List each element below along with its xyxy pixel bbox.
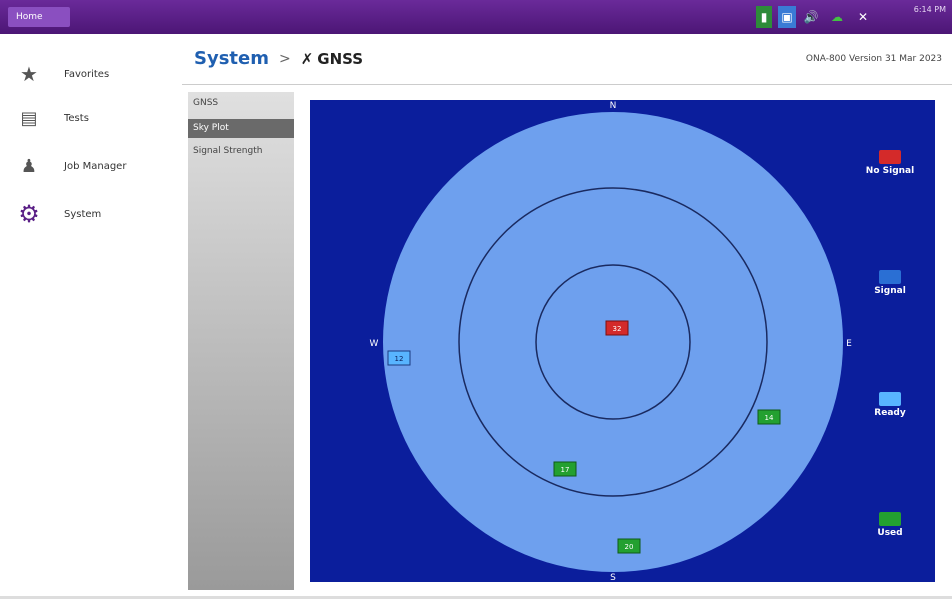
satellite-icon: ✗ [300, 49, 314, 68]
legend-no-signal: No Signal [850, 150, 930, 176]
satellite-label: 32 [613, 325, 622, 333]
clock: 6:14 PM [913, 5, 946, 14]
sidebar-item-system[interactable]: ⚙ System [16, 194, 166, 234]
home-button[interactable]: Home [8, 7, 70, 27]
battery-icon: ▮ [756, 6, 772, 28]
sky-plot: N E S W 32 12 14 17 20 [310, 100, 935, 582]
satellite-17[interactable]: 17 [553, 461, 577, 477]
satellite-32[interactable]: 32 [605, 320, 629, 336]
sidebar: ★ Favorites ▤ Tests ♟ Job Manager ⚙ Syst… [0, 34, 180, 599]
satellite-12[interactable]: 12 [387, 350, 411, 366]
compass-north: N [610, 101, 617, 111]
sidebar-item-label: Job Manager [64, 160, 127, 172]
sidebar-item-label: Favorites [64, 68, 110, 80]
star-icon: ★ [20, 62, 38, 86]
legend-label: No Signal [865, 166, 915, 176]
legend-swatch-signal [879, 270, 901, 284]
version-label: ONA-800 Version 31 Mar 2023 [805, 54, 942, 64]
satellite-label: 17 [561, 466, 570, 474]
sidebar-item-label: Tests [64, 112, 89, 124]
compass-west: W [370, 339, 379, 349]
legend-signal: Signal [850, 270, 930, 296]
legend-swatch-used [879, 512, 901, 526]
breadcrumb-current: GNSS [317, 49, 364, 68]
job-manager-icon: ♟ [20, 155, 38, 177]
legend-label: Signal [874, 286, 906, 296]
wifi-icon: ▣ [778, 6, 796, 28]
legend-ready: Ready [850, 392, 930, 418]
compass-east: E [846, 339, 852, 349]
gear-icon: ⚙ [18, 200, 40, 228]
volume-icon[interactable]: 🔊 [800, 6, 822, 28]
tests-icon: ▤ [20, 107, 38, 129]
satellite-label: 14 [765, 414, 774, 422]
sidebar-item-favorites[interactable]: ★ Favorites [16, 54, 166, 94]
subnav-item-signal-strength[interactable]: Signal Strength [188, 142, 294, 161]
legend-label: Used [877, 528, 903, 538]
gnss-subnav: GNSS Sky Plot Signal Strength [188, 92, 294, 590]
sidebar-item-label: System [64, 208, 102, 220]
subnav-item-sky-plot[interactable]: Sky Plot [188, 119, 294, 138]
legend-used: Used [850, 512, 930, 538]
sidebar-item-tests[interactable]: ▤ Tests [16, 98, 166, 138]
breadcrumb-separator: > [278, 50, 291, 67]
cloud-icon: ☁ [831, 10, 843, 24]
satellite-20[interactable]: 20 [617, 538, 641, 554]
top-bar: Home ▮ ▣ 🔊 ☁ ✕ 6:14 PM [0, 0, 952, 34]
legend-swatch-no-signal [879, 150, 901, 164]
compass-south: S [610, 573, 616, 582]
satellite-label: 20 [625, 543, 634, 551]
breadcrumb: System > ✗ GNSS [194, 48, 363, 69]
sky-plot-canvas: N E S W 32 12 14 17 20 [370, 101, 853, 582]
tools-icon[interactable]: ✕ [852, 6, 874, 28]
breadcrumb-root[interactable]: System [194, 48, 269, 69]
legend-swatch-ready [879, 392, 901, 406]
sidebar-item-job-manager[interactable]: ♟ Job Manager [16, 146, 166, 186]
header-divider [182, 84, 952, 85]
satellite-14[interactable]: 14 [757, 409, 781, 425]
subnav-item-gnss[interactable]: GNSS [188, 94, 294, 113]
satellite-label: 12 [395, 355, 404, 363]
legend-label: Ready [874, 408, 906, 418]
horizon-disc [383, 112, 843, 572]
